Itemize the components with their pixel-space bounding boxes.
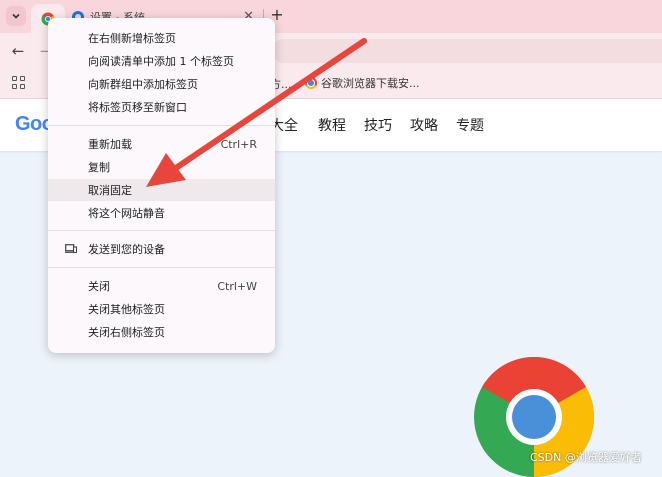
annotation-arrow xyxy=(146,38,367,187)
